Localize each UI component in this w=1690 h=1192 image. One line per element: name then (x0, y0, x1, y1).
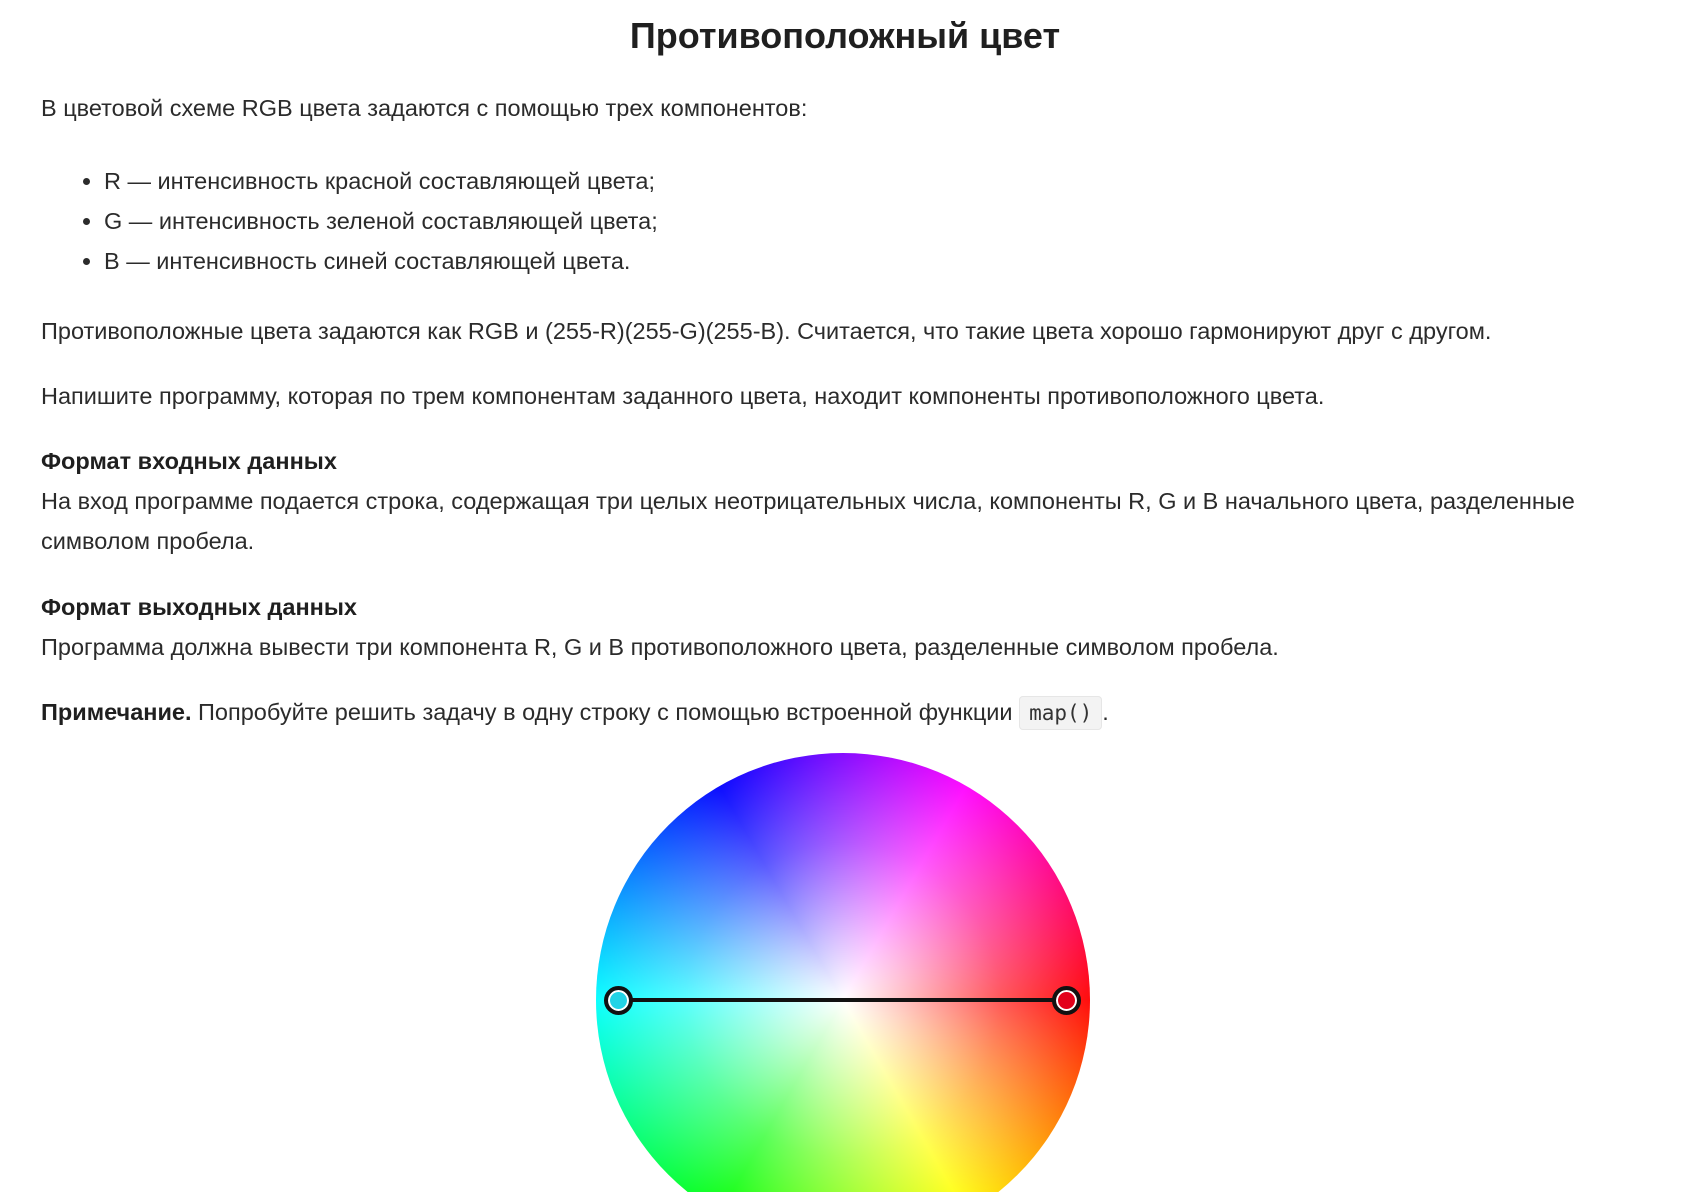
map-function-code: map() (1019, 696, 1103, 730)
input-format-section: Формат входных данных На вход программе … (41, 441, 1661, 561)
input-format-heading: Формат входных данных (41, 448, 337, 474)
problem-page: Противоположный цвет В цветовой схеме RG… (0, 0, 1690, 1192)
note-paragraph: Примечание. Попробуйте решить задачу в о… (41, 692, 1661, 733)
page-title: Противоположный цвет (629, 15, 1061, 56)
list-item-b: B — интенсивность синей составляющей цве… (104, 241, 658, 281)
task-paragraph: Напишите программу, которая по трем комп… (41, 383, 1325, 409)
note-text: Попробуйте решить задачу в одну строку с… (191, 699, 1020, 725)
rgb-components-list: R — интенсивность красной составляющей ц… (41, 161, 658, 281)
opposite-colors-line (618, 998, 1068, 1002)
intro-paragraph: В цветовой схеме RGB цвета задаются с по… (41, 95, 808, 121)
output-format-section: Формат выходных данных Программа должна … (41, 587, 1661, 667)
color-wheel (596, 753, 1090, 1192)
color-wheel-figure (596, 753, 1090, 1192)
output-format-text: Программа должна вывести три компонента … (41, 634, 1279, 660)
note-end: . (1102, 699, 1109, 725)
color-wheel-center-fade (596, 753, 1090, 1192)
cyan-handle (604, 986, 633, 1015)
input-format-text: На вход программе подается строка, содер… (41, 488, 1575, 554)
output-format-heading: Формат выходных данных (41, 594, 357, 620)
opposite-colors-paragraph: Противоположные цвета задаются как RGB и… (41, 318, 1492, 344)
red-handle (1052, 986, 1081, 1015)
list-item-g: G — интенсивность зеленой составляющей ц… (104, 201, 658, 241)
list-item-r: R — интенсивность красной составляющей ц… (104, 161, 658, 201)
note-label: Примечание. (41, 699, 192, 725)
